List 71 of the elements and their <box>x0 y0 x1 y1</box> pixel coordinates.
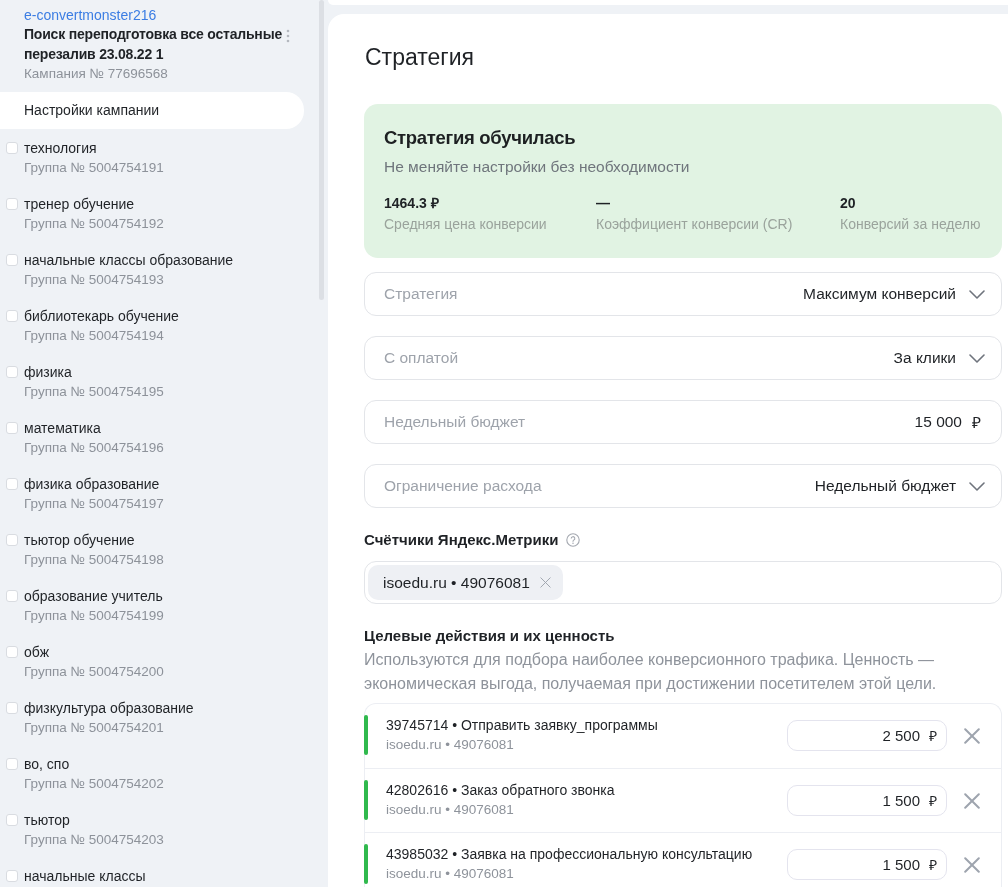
goal-name: 39745714 • Отправить заявку_программы <box>386 716 658 735</box>
close-icon[interactable] <box>539 577 551 588</box>
group-item[interactable]: образование учитель Группа № 5004754199 <box>0 577 304 633</box>
checkbox[interactable] <box>6 646 18 658</box>
checkbox[interactable] <box>6 590 18 602</box>
goal-name: 42802616 • Заказ обратного звонка <box>386 781 615 800</box>
counter-field[interactable]: isoedu.ru • 49076081 <box>364 561 1002 604</box>
help-icon[interactable] <box>566 533 581 547</box>
stat-label: Средняя цена конверсии <box>384 215 547 233</box>
goal-counter: isoedu.ru • 49076081 <box>386 801 514 819</box>
group-item[interactable]: тренер обучение Группа № 5004754192 <box>0 185 304 241</box>
checkbox[interactable] <box>6 198 18 210</box>
checkbox[interactable] <box>6 254 18 266</box>
indicator-icon <box>364 844 368 884</box>
counter-tag[interactable]: isoedu.ru • 49076081 <box>368 565 563 600</box>
value-input[interactable]: 1 500 ₽ <box>787 849 947 880</box>
stat-label: Конверсий за неделю <box>840 215 981 233</box>
group-item[interactable]: тьютор Группа № 5004754203 <box>0 801 304 857</box>
group-item[interactable]: физика образование Группа № 5004754197 <box>0 465 304 521</box>
stat-value: — <box>596 194 610 212</box>
indicator-icon <box>364 715 368 755</box>
group-item[interactable]: математика Группа № 5004754196 <box>0 409 304 465</box>
page-title: Стратегия <box>364 43 474 71</box>
checkbox[interactable] <box>6 142 18 154</box>
checkbox[interactable] <box>6 870 18 882</box>
checkbox[interactable] <box>6 366 18 378</box>
value-input[interactable]: 2 500 ₽ <box>787 720 947 751</box>
checkbox[interactable] <box>6 478 18 490</box>
input-field[interactable]: Недельный бюджет 15 000 ₽ <box>364 400 1002 444</box>
chevron-down-icon <box>969 481 985 491</box>
stat-label: Коэффициент конверсии (CR) <box>596 215 793 233</box>
account-link[interactable]: e-convertmonster216 <box>24 7 157 23</box>
select-field[interactable]: Стратегия Максимум конверсий <box>364 272 1002 316</box>
close-icon[interactable] <box>964 793 980 809</box>
panel-subtitle: Не меняйте настройки без необходимости <box>384 157 690 177</box>
campaign-number: Кампания № 77696568 <box>24 66 168 82</box>
stat-value: 1464.3 ₽ <box>384 194 439 212</box>
group-item[interactable]: начальные классы <box>0 857 304 887</box>
section-title: Целевые действия и их ценность <box>364 626 615 646</box>
section-description: Используются для подбора наиболее конверсионного трафика. Ценность — экономическая выгода, получаемая при достижении посетителем этой цели. <box>364 650 938 694</box>
checkbox[interactable] <box>6 814 18 826</box>
checkbox[interactable] <box>6 534 18 546</box>
checkbox[interactable] <box>6 702 18 714</box>
more-menu-icon[interactable] <box>286 29 290 43</box>
select-field[interactable]: С оплатой За клики <box>364 336 1002 380</box>
checkbox[interactable] <box>6 422 18 434</box>
value-input[interactable]: 1 500 ₽ <box>787 785 947 816</box>
group-item[interactable]: физкультура образование Группа № 5004754201 <box>0 689 304 745</box>
group-item[interactable]: технология Группа № 5004754191 <box>0 129 304 185</box>
goal-counter: isoedu.ru • 49076081 <box>386 736 514 754</box>
close-icon[interactable] <box>964 857 980 873</box>
chevron-down-icon <box>969 289 985 299</box>
select-field[interactable]: Ограничение расхода Недельный бюджет <box>364 464 1002 508</box>
group-item[interactable]: обж Группа № 5004754200 <box>0 633 304 689</box>
stat-value: 20 <box>840 194 856 212</box>
section-title: Счётчики Яндекс.Метрики <box>364 530 559 550</box>
nav-item[interactable]: Настройки кампании <box>0 92 304 129</box>
checkbox[interactable] <box>6 310 18 322</box>
indicator-icon <box>364 780 368 820</box>
group-item[interactable]: во, спо Группа № 5004754202 <box>0 745 304 801</box>
close-icon[interactable] <box>964 728 980 744</box>
group-item[interactable]: библиотекарь обучение Группа № 5004754194 <box>0 297 304 353</box>
group-item[interactable]: тьютор обучение Группа № 5004754198 <box>0 521 304 577</box>
group-item[interactable]: физика Группа № 5004754195 <box>0 353 304 409</box>
panel-title: Стратегия обучилась <box>384 126 576 150</box>
goal-counter: isoedu.ru • 49076081 <box>386 865 514 883</box>
campaign-title: Поиск переподготовка все остальные перезалив 23.08.22 1 <box>24 25 282 64</box>
goal-name: 43985032 • Заявка на профессиональную консультацию <box>386 845 753 864</box>
checkbox[interactable] <box>6 758 18 770</box>
group-item[interactable]: начальные классы образование Группа № 5004754193 <box>0 241 304 297</box>
chevron-down-icon <box>969 353 985 363</box>
